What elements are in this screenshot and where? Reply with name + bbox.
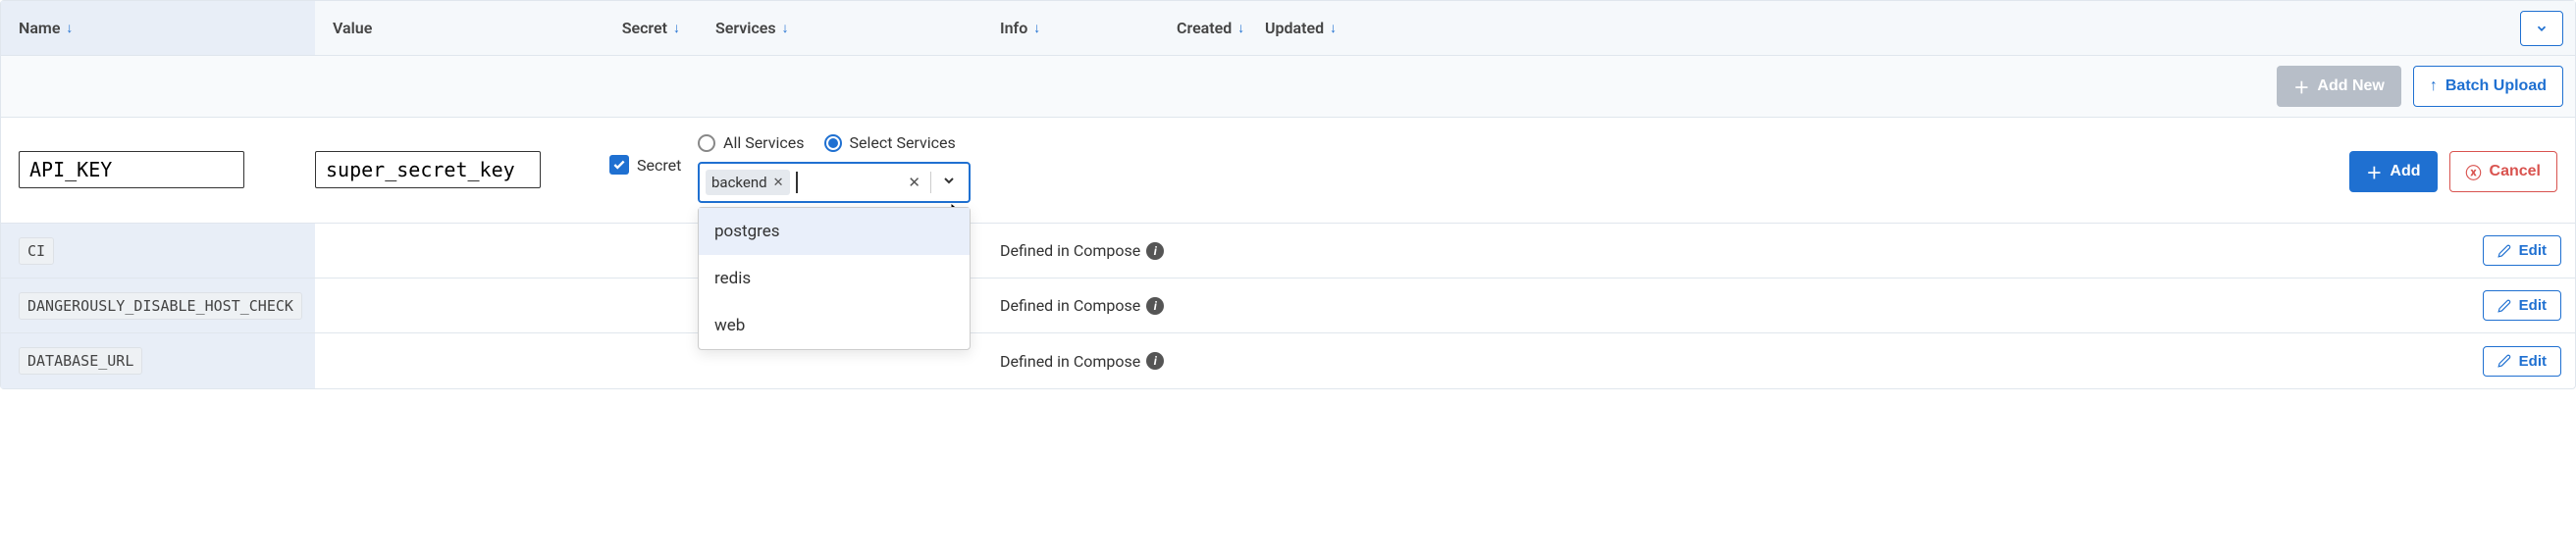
add-label: Add [2390,163,2420,180]
services-radio-group: All Services Select Services [698,133,982,152]
plus-icon: ＋ [2366,160,2382,183]
action-bar: ＋ Add New ↑ Batch Upload [1,56,2575,118]
clear-all-icon[interactable]: ✕ [908,174,920,191]
header-name[interactable]: Name ↓ [1,1,315,55]
info-icon[interactable]: i [1146,242,1164,260]
batch-upload-label: Batch Upload [2445,77,2547,95]
text-cursor [796,172,798,193]
batch-upload-button[interactable]: ↑ Batch Upload [2413,66,2563,107]
add-button[interactable]: ＋ Add [2349,151,2437,192]
checkbox-checked-icon [609,155,629,175]
radio-select-label: Select Services [850,133,956,152]
dropdown-option-redis[interactable]: redis [699,255,970,302]
header-expand [1336,11,2575,46]
radio-select-services[interactable]: Select Services [824,133,956,152]
header-updated-label: Updated [1265,19,1324,37]
info-icon[interactable]: i [1146,297,1164,315]
secret-checkbox-wrap[interactable]: Secret [609,155,698,175]
table-row: DATABASE_URL Defined in Compose i Edit [1,333,2575,388]
edit-button[interactable]: Edit [2483,235,2561,266]
header-value-label: Value [333,19,372,37]
value-input[interactable] [315,151,541,188]
info-icon[interactable]: i [1146,352,1164,370]
var-name-badge: CI [19,237,54,265]
add-new-button: ＋ Add New [2277,66,2400,107]
header-updated[interactable]: Updated ↓ [1247,19,1336,37]
header-secret[interactable]: Secret ↓ [609,19,698,37]
chip-label: backend [711,174,767,191]
radio-all-label: All Services [723,133,805,152]
header-created-label: Created [1177,19,1232,37]
pencil-icon [2497,299,2511,313]
cancel-button[interactable]: ⓧ Cancel [2449,151,2557,192]
services-dropdown: postgres redis web [698,207,971,350]
chevron-down-icon [2535,22,2549,35]
divider [930,172,931,193]
header-secret-label: Secret [622,19,667,37]
edit-button[interactable]: Edit [2483,346,2561,377]
header-info-label: Info [1000,19,1027,37]
service-chip: backend ✕ [706,170,790,195]
name-input[interactable] [19,151,244,188]
table-row: DANGEROUSLY_DISABLE_HOST_CHECK Defined i… [1,278,2575,333]
sort-down-icon: ↓ [782,20,789,36]
info-text: Defined in Compose [1000,296,1140,315]
cancel-label: Cancel [2490,163,2541,180]
expand-button[interactable] [2520,11,2563,46]
info-text: Defined in Compose [1000,352,1140,371]
edit-button[interactable]: Edit [2483,290,2561,321]
sort-down-icon: ↓ [673,20,680,36]
plus-icon: ＋ [2293,75,2309,98]
header-value[interactable]: Value [315,19,609,37]
header-name-label: Name [19,19,60,37]
header-services-label: Services [715,19,776,37]
edit-label: Edit [2519,353,2547,370]
upload-icon: ↑ [2430,77,2438,95]
header-info[interactable]: Info ↓ [982,19,1159,37]
sort-down-icon: ↓ [66,20,73,36]
header-services[interactable]: Services ↓ [698,19,982,37]
pencil-icon [2497,244,2511,258]
var-name-badge: DATABASE_URL [19,347,142,375]
sort-down-icon: ↓ [1237,20,1244,36]
table-row: CI Defined in Compose i Edit [1,224,2575,278]
radio-selected-icon [824,134,842,152]
add-new-label: Add New [2317,77,2384,95]
chevron-down-icon [941,173,957,188]
info-text: Defined in Compose [1000,241,1140,260]
services-multiselect[interactable]: backend ✕ ✕ postgres redis web [698,162,971,203]
chip-remove-icon[interactable]: ✕ [773,176,784,190]
header-created[interactable]: Created ↓ [1159,19,1247,37]
edit-label: Edit [2519,242,2547,259]
pencil-icon [2497,354,2511,368]
table-header: Name ↓ Value Secret ↓ Services ↓ Info ↓ … [1,1,2575,56]
radio-all-services[interactable]: All Services [698,133,805,152]
env-var-table: Name ↓ Value Secret ↓ Services ↓ Info ↓ … [0,0,2576,389]
dropdown-toggle[interactable] [941,173,957,192]
dropdown-option-postgres[interactable]: postgres [699,208,970,255]
dropdown-option-web[interactable]: web [699,302,970,349]
var-name-badge: DANGEROUSLY_DISABLE_HOST_CHECK [19,292,302,320]
new-var-row: Secret All Services Select Services back… [1,118,2575,224]
edit-label: Edit [2519,297,2547,314]
cancel-icon: ⓧ [2466,160,2482,183]
radio-unselected-icon [698,134,715,152]
secret-label: Secret [637,156,681,175]
sort-down-icon: ↓ [1033,20,1040,36]
